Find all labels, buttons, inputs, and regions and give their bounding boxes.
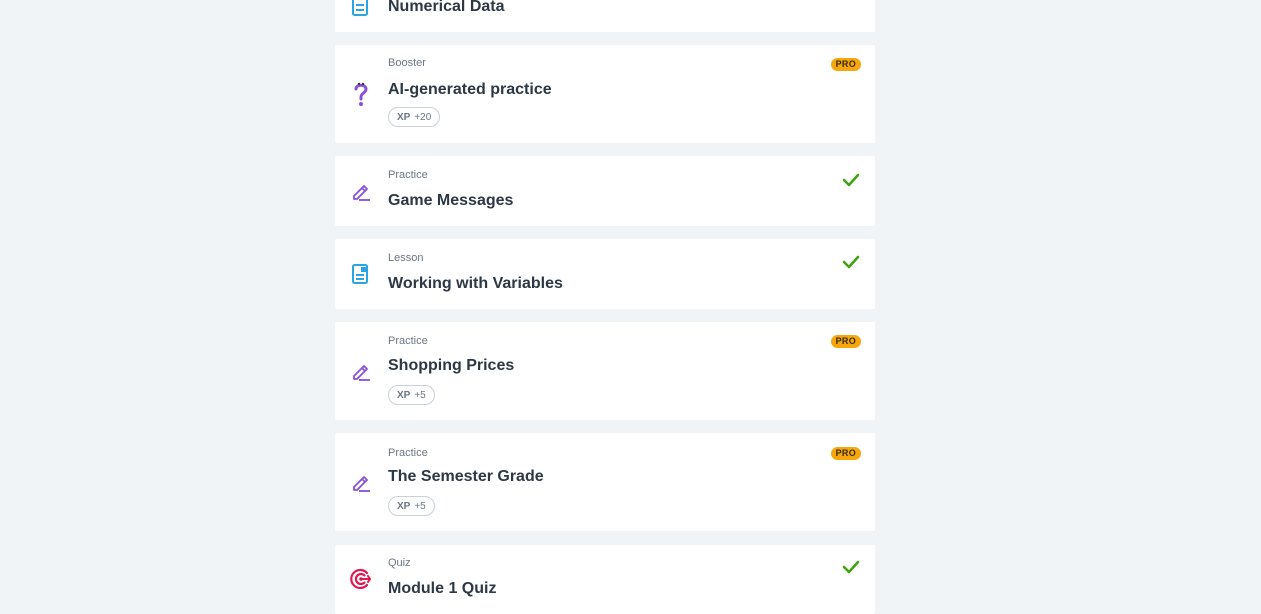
item-title: Numerical Data bbox=[388, 0, 505, 15]
module-item-game-messages[interactable]: Practice Game Messages bbox=[335, 156, 875, 226]
pro-badge: PRO bbox=[830, 58, 861, 71]
xp-value: +5 bbox=[414, 389, 426, 401]
item-type: Practice bbox=[388, 335, 428, 347]
item-title: Shopping Prices bbox=[388, 357, 515, 374]
xp-label: XP bbox=[397, 111, 411, 123]
item-title: Working with Variables bbox=[388, 275, 563, 292]
lesson-icon bbox=[349, 262, 373, 286]
module-item-shopping-prices[interactable]: Practice PRO Shopping Prices XP +5 bbox=[335, 322, 875, 420]
item-title: Game Messages bbox=[388, 192, 514, 209]
xp-chip: XP +5 bbox=[388, 385, 435, 405]
module-item-module-1-quiz[interactable]: Quiz Module 1 Quiz bbox=[335, 545, 875, 614]
lesson-icon bbox=[349, 0, 373, 18]
xp-value: +20 bbox=[414, 111, 432, 123]
xp-chip: XP +20 bbox=[388, 107, 441, 127]
item-type: Lesson bbox=[388, 252, 424, 264]
xp-chip: XP +5 bbox=[388, 496, 435, 516]
item-type: Practice bbox=[388, 447, 428, 459]
xp-label: XP bbox=[397, 500, 411, 512]
module-item-numerical-data[interactable]: Numerical Data bbox=[335, 0, 875, 32]
pro-badge: PRO bbox=[830, 447, 861, 460]
question-icon bbox=[349, 82, 373, 106]
item-title: Module 1 Quiz bbox=[388, 580, 497, 597]
check-icon bbox=[842, 560, 860, 574]
check-icon bbox=[842, 173, 860, 187]
pencil-icon bbox=[349, 470, 373, 494]
module-item-working-with-variables[interactable]: Lesson Working with Variables bbox=[335, 239, 875, 309]
item-type: Quiz bbox=[388, 557, 411, 569]
pencil-icon bbox=[349, 179, 373, 203]
module-item-the-semester-grade[interactable]: Practice PRO The Semester Grade XP +5 bbox=[335, 433, 875, 531]
pro-badge: PRO bbox=[830, 335, 861, 348]
target-icon bbox=[349, 567, 373, 591]
item-title: AI-generated practice bbox=[388, 81, 552, 98]
module-item-ai-generated-practice[interactable]: Booster PRO AI-generated practice XP +20 bbox=[335, 45, 875, 143]
check-icon bbox=[842, 255, 860, 269]
xp-value: +5 bbox=[414, 500, 426, 512]
item-type: Practice bbox=[388, 169, 428, 181]
pencil-icon bbox=[349, 359, 373, 383]
item-title: The Semester Grade bbox=[388, 468, 544, 485]
item-type: Booster bbox=[388, 57, 426, 69]
xp-label: XP bbox=[397, 389, 411, 401]
